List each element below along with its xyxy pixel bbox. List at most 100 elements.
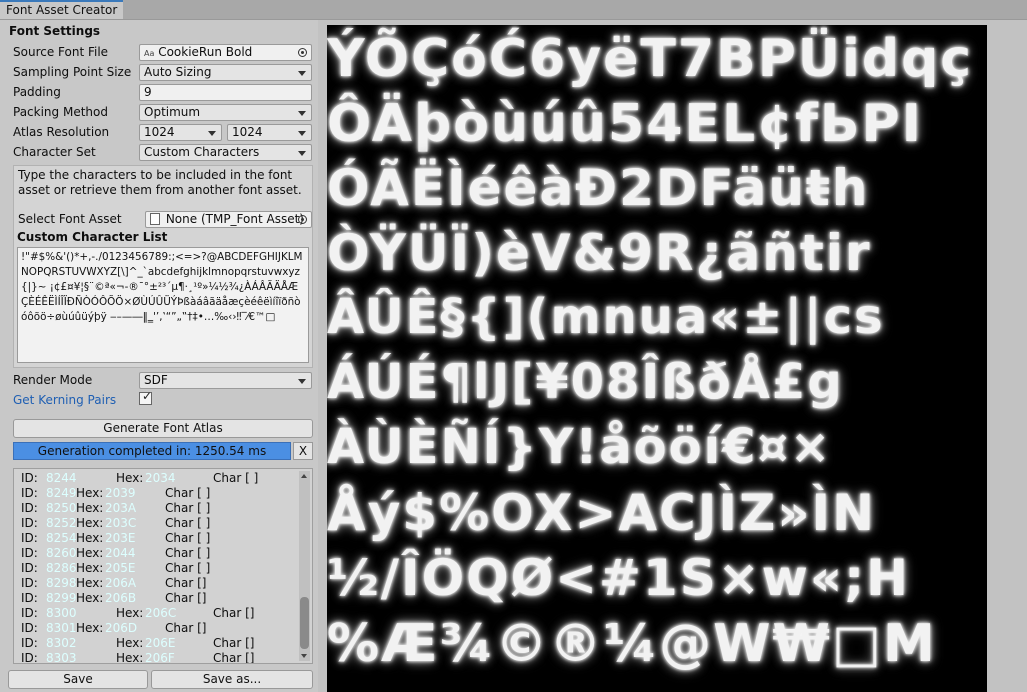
source-font-field[interactable]: Aa CookieRun Bold: [139, 44, 312, 61]
object-picker-icon[interactable]: [298, 48, 307, 57]
log-char-label: Char []: [213, 651, 255, 664]
save-button[interactable]: Save: [8, 670, 148, 689]
log-id-label: ID:: [21, 621, 38, 635]
chevron-down-icon: [298, 111, 306, 116]
atlas-height-dropdown[interactable]: 1024: [227, 124, 312, 141]
window-tab-bar: Font Asset Creator: [0, 0, 1027, 20]
chevron-down-icon: [298, 71, 306, 76]
source-font-label: Source Font File: [13, 45, 109, 59]
log-hex-label: Hex:: [76, 576, 104, 590]
log-hex-value: 206A: [105, 576, 137, 590]
render-mode-row: Render Mode SDF: [13, 372, 313, 390]
log-hex-value: 2044: [105, 546, 136, 560]
font-asset-icon: [150, 213, 160, 225]
log-id-value: 8286: [46, 561, 77, 575]
kerning-checkbox[interactable]: ✓: [139, 389, 153, 405]
atlas-glyph-row: ÒŸÜÏ)èV&9R¿ãñtir: [327, 224, 872, 282]
log-hex-value: 2034: [145, 471, 176, 485]
atlas-width-value: 1024: [144, 125, 175, 139]
log-char-label: Char []: [165, 591, 207, 605]
log-id-value: 8302: [46, 636, 77, 650]
chevron-down-icon: [208, 131, 216, 136]
charset-dropdown[interactable]: Custom Characters: [139, 144, 312, 161]
object-picker-icon[interactable]: [298, 215, 307, 224]
font-atlas-texture: ÝÕÇóĆ6yëT7BPÜidqç ÔÄþòùúû54EL¢fЬPI ÓÃËÌéêà…: [327, 25, 987, 692]
log-hex-value: 206B: [105, 591, 137, 605]
kerning-label: Get Kerning Pairs: [13, 393, 117, 407]
packing-dropdown[interactable]: Optimum: [139, 104, 312, 121]
log-id-label: ID:: [21, 486, 38, 500]
packing-value: Optimum: [144, 105, 201, 119]
log-char-label: Char [ ]: [165, 546, 211, 560]
log-hex-label: Hex:: [76, 486, 104, 500]
log-id-label: ID:: [21, 651, 38, 664]
log-id-label: ID:: [21, 576, 38, 590]
log-hex-label: Hex:: [116, 606, 144, 620]
log-hex-value: 206D: [105, 621, 138, 635]
log-char-label: Char []: [165, 576, 207, 590]
log-scrollbar[interactable]: [299, 471, 310, 661]
render-mode-dropdown[interactable]: SDF: [139, 372, 312, 389]
log-char-label: Char [ ]: [165, 531, 211, 545]
select-font-asset-row: Select Font Asset None (TMP_Font Asset): [18, 211, 312, 229]
log-id-value: 8244: [46, 471, 77, 485]
log-char-label: Char [ ]: [165, 486, 211, 500]
atlas-preview-panel: ÝÕÇóĆ6yëT7BPÜidqç ÔÄþòùúû54EL¢fЬPI ÓÃËÌéêà…: [318, 20, 1027, 692]
log-char-label: Char []: [165, 621, 207, 635]
select-asset-field[interactable]: None (TMP_Font Asset): [145, 211, 312, 228]
log-hex-label: Hex:: [76, 516, 104, 530]
kerning-row: Get Kerning Pairs ✓: [13, 389, 313, 410]
log-id-label: ID:: [21, 591, 38, 605]
scrollbar-thumb[interactable]: [300, 597, 309, 649]
generation-progress-bar: Generation completed in: 1250.54 ms: [13, 442, 291, 460]
log-char-label: Char []: [213, 606, 255, 620]
checkmark-icon: ✓: [142, 389, 153, 403]
log-id-value: 8249: [46, 486, 77, 500]
log-hex-label: Hex:: [76, 561, 104, 575]
font-file-icon: Aa: [144, 49, 155, 58]
charset-row: Character Set Custom Characters: [13, 144, 313, 162]
log-id-label: ID:: [21, 546, 38, 560]
generate-atlas-button[interactable]: Generate Font Atlas: [13, 419, 313, 438]
settings-panel: Font Settings Source Font File Aa Cookie…: [0, 20, 318, 692]
tab-font-asset-creator[interactable]: Font Asset Creator: [0, 0, 123, 19]
custom-characters-box: Type the characters to be included in th…: [13, 165, 313, 368]
atlas-glyph-row: ÝÕÇóĆ6yëT7BPÜidqç: [327, 29, 974, 89]
log-char-label: Char []: [213, 636, 255, 650]
source-font-value: CookieRun Bold: [158, 45, 253, 59]
padding-input[interactable]: 9: [139, 84, 312, 101]
log-hex-label: Hex:: [116, 636, 144, 650]
custom-character-list[interactable]: !"#$%&'()*+,-./0123456789:;<=>?@ABCDEFGH…: [17, 247, 309, 363]
log-hex-label: Hex:: [76, 501, 104, 515]
padding-label: Padding: [13, 85, 61, 99]
sampling-label: Sampling Point Size: [13, 65, 132, 79]
log-char-label: Char [ ]: [165, 501, 211, 515]
clear-status-button[interactable]: X: [293, 442, 313, 460]
log-hex-label: Hex:: [76, 591, 104, 605]
log-hex-value: 206E: [145, 636, 176, 650]
atlas-glyph-row: ÓÃËÌéêàĐ2DFäüŧh: [327, 159, 870, 217]
atlas-glyph-row: %Æ¾©®¼@W₩□M: [327, 614, 937, 674]
log-hex-value: 203C: [105, 516, 137, 530]
log-id-label: ID:: [21, 606, 38, 620]
scroll-down-icon[interactable]: [301, 654, 307, 658]
atlas-width-dropdown[interactable]: 1024: [139, 124, 222, 141]
section-title: Font Settings: [9, 24, 101, 38]
charset-label: Character Set: [13, 145, 96, 159]
glyph-report-log[interactable]: ID: 8244 Hex: 2034 Char [ ] ID: 8249 Hex: 2039 Ch…: [13, 468, 313, 664]
custom-list-label: Custom Character List: [17, 230, 168, 244]
log-hex-value: 203A: [105, 501, 137, 515]
log-hex-label: Hex:: [116, 651, 144, 664]
padding-row: Padding 9: [13, 84, 313, 102]
log-hex-label: Hex:: [76, 531, 104, 545]
log-id-value: 8254: [46, 531, 77, 545]
log-hex-value: 2039: [105, 486, 136, 500]
log-hex-value: 206F: [145, 651, 175, 664]
save-as-button[interactable]: Save as...: [151, 670, 313, 689]
log-id-value: 8303: [46, 651, 77, 664]
source-font-row: Source Font File Aa CookieRun Bold: [13, 44, 313, 62]
sampling-dropdown[interactable]: Auto Sizing: [139, 64, 312, 81]
scroll-up-icon[interactable]: [301, 474, 307, 478]
select-asset-label: Select Font Asset: [18, 212, 122, 226]
log-char-label: Char [ ]: [165, 561, 211, 575]
